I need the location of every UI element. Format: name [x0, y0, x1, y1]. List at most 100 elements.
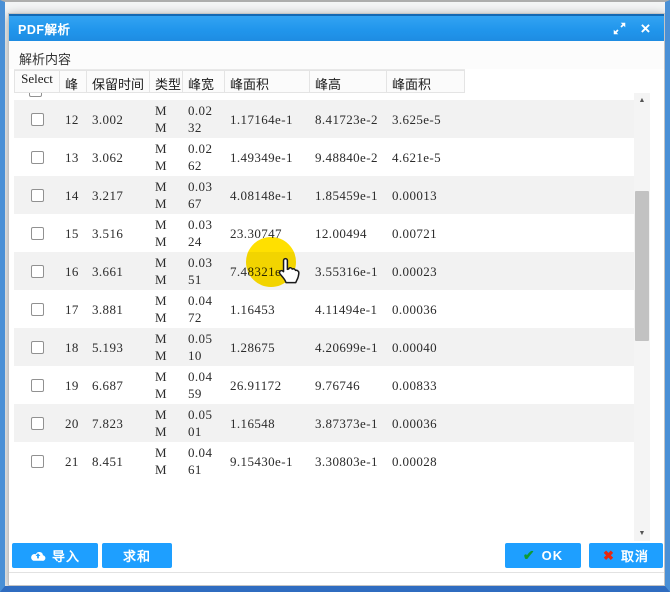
- check-icon: ✔: [523, 547, 536, 564]
- column-header[interactable]: 峰宽: [183, 70, 225, 93]
- row-checkbox[interactable]: [31, 455, 44, 468]
- cell-peak-area-2: 0.00028: [387, 451, 465, 472]
- table-row[interactable]: 19 6.687 MM 0.0459 26.91172 9.76746 0.00…: [14, 366, 634, 404]
- cell-type: MM: [150, 100, 183, 138]
- table-row[interactable]: 21 8.451 MM 0.0461 9.15430e-1 3.30803e-1…: [14, 442, 634, 480]
- cell-retention-time: 3.002: [87, 109, 150, 130]
- cell-peak-area: 1.49349e-1: [225, 147, 310, 168]
- import-button[interactable]: 导入: [12, 543, 98, 568]
- row-checkbox[interactable]: [31, 265, 44, 278]
- cell-peak-height: 3.30803e-1: [310, 451, 387, 472]
- table-row[interactable]: 17 3.881 MM 0.0472 1.16453 4.11494e-1 0.…: [14, 290, 634, 328]
- column-header[interactable]: Select: [14, 70, 60, 93]
- row-select-cell: [14, 455, 60, 468]
- row-checkbox[interactable]: [31, 379, 44, 392]
- cell-retention-time: 7.823: [87, 413, 150, 434]
- cell-peak: 15: [60, 223, 87, 244]
- cancel-button[interactable]: ✖ 取消: [589, 543, 663, 568]
- cell-peak-area-2: 0.00721: [387, 223, 465, 244]
- cell-peak-area: 23.30747: [225, 223, 310, 244]
- cancel-button-label: 取消: [621, 546, 649, 565]
- table-header-row: Select峰保留时间类型峰宽峰面积峰高峰面积: [14, 69, 465, 93]
- cell-peak: 17: [60, 299, 87, 320]
- column-header[interactable]: 峰面积: [225, 70, 310, 93]
- cell-peak-area: 1.16548: [225, 413, 310, 434]
- table-row[interactable]: 12 3.002 MM 0.0232 1.17164e-1 8.41723e-2…: [14, 100, 634, 138]
- cell-type: MM: [150, 404, 183, 442]
- dialog-titlebar[interactable]: PDF解析 ×: [9, 14, 664, 41]
- x-icon: ✖: [603, 548, 615, 564]
- table-row[interactable]: 18 5.193 MM 0.0510 1.28675 4.20699e-1 0.…: [14, 328, 634, 366]
- cell-peak: 13: [60, 147, 87, 168]
- row-select-cell: [14, 227, 60, 240]
- cell-retention-time: 3.516: [87, 223, 150, 244]
- cell-type: MM: [150, 252, 183, 290]
- table-row[interactable]: 14 3.217 MM 0.0367 4.08148e-1 1.85459e-1…: [14, 176, 634, 214]
- table-row[interactable]: 20 7.823 MM 0.0501 1.16548 3.87373e-1 0.…: [14, 404, 634, 442]
- cell-peak-height: 3.55316e-1: [310, 261, 387, 282]
- cell-type: MM: [150, 442, 183, 480]
- row-checkbox[interactable]: [29, 93, 42, 97]
- ok-button[interactable]: ✔ OK: [505, 543, 581, 568]
- cell-type: MM: [150, 328, 183, 366]
- cell-peak-area-2: 0.00036: [387, 413, 465, 434]
- cell-peak-width: 0.0501: [183, 404, 225, 442]
- cell-peak-area-2: 0.00036: [387, 299, 465, 320]
- sum-button[interactable]: 求和: [102, 543, 172, 568]
- scroll-down-icon[interactable]: ▼: [634, 526, 650, 541]
- cell-retention-time: 3.661: [87, 261, 150, 282]
- column-header[interactable]: 峰面积: [387, 70, 465, 93]
- cell-type: MM: [150, 176, 183, 214]
- row-select-cell: [14, 303, 60, 316]
- cell-peak-area: 1.17164e-1: [225, 109, 310, 130]
- cell-peak-area: 4.08148e-1: [225, 185, 310, 206]
- row-checkbox[interactable]: [31, 303, 44, 316]
- cell-peak-area-2: 0.00023: [387, 261, 465, 282]
- ok-button-label: OK: [542, 548, 564, 563]
- cell-type: MM: [150, 290, 183, 328]
- cell-peak-height: 9.76746: [310, 375, 387, 396]
- import-button-label: 导入: [52, 546, 80, 565]
- table-body: 12 3.002 MM 0.0232 1.17164e-1 8.41723e-2…: [14, 93, 650, 541]
- cell-peak-area-2: 0.00833: [387, 375, 465, 396]
- maximize-icon[interactable]: [612, 21, 627, 36]
- cell-peak: 16: [60, 261, 87, 282]
- row-select-cell: [14, 151, 60, 164]
- row-checkbox[interactable]: [31, 189, 44, 202]
- cell-peak-area: 26.91172: [225, 375, 310, 396]
- vertical-scrollbar[interactable]: ▲ ▼: [634, 93, 650, 541]
- close-icon[interactable]: ×: [638, 21, 653, 36]
- cell-peak-area: 7.48321e-1: [225, 261, 310, 282]
- cell-peak-area-2: 4.621e-5: [387, 147, 465, 168]
- cell-peak-area: 1.28675: [225, 337, 310, 358]
- partial-scrolled-row: [14, 93, 634, 100]
- column-header[interactable]: 类型: [150, 70, 183, 93]
- section-header: 解析内容: [9, 41, 664, 69]
- table-row[interactable]: 13 3.062 MM 0.0262 1.49349e-1 9.48840e-2…: [14, 138, 634, 176]
- cell-retention-time: 6.687: [87, 375, 150, 396]
- row-checkbox[interactable]: [31, 151, 44, 164]
- cell-peak-width: 0.0324: [183, 214, 225, 252]
- cell-peak: 21: [60, 451, 87, 472]
- row-checkbox[interactable]: [31, 227, 44, 240]
- row-select-cell: [14, 113, 60, 126]
- column-header[interactable]: 峰: [60, 70, 87, 93]
- column-header[interactable]: 保留时间: [87, 70, 150, 93]
- cell-peak-width: 0.0232: [183, 100, 225, 138]
- cell-retention-time: 3.217: [87, 185, 150, 206]
- scrollbar-thumb[interactable]: [635, 191, 649, 341]
- row-checkbox[interactable]: [31, 113, 44, 126]
- cell-peak-height: 8.41723e-2: [310, 109, 387, 130]
- titlebar-icons: ×: [612, 21, 664, 36]
- row-select-cell: [14, 341, 60, 354]
- table-row[interactable]: 15 3.516 MM 0.0324 23.30747 12.00494 0.0…: [14, 214, 634, 252]
- table-row[interactable]: 16 3.661 MM 0.0351 7.48321e-1 3.55316e-1…: [14, 252, 634, 290]
- cell-peak: 20: [60, 413, 87, 434]
- scroll-up-icon[interactable]: ▲: [634, 93, 650, 108]
- cell-peak-area-2: 0.00013: [387, 185, 465, 206]
- row-checkbox[interactable]: [31, 341, 44, 354]
- column-header[interactable]: 峰高: [310, 70, 387, 93]
- cell-peak-height: 1.85459e-1: [310, 185, 387, 206]
- cell-peak-area: 9.15430e-1: [225, 451, 310, 472]
- row-checkbox[interactable]: [31, 417, 44, 430]
